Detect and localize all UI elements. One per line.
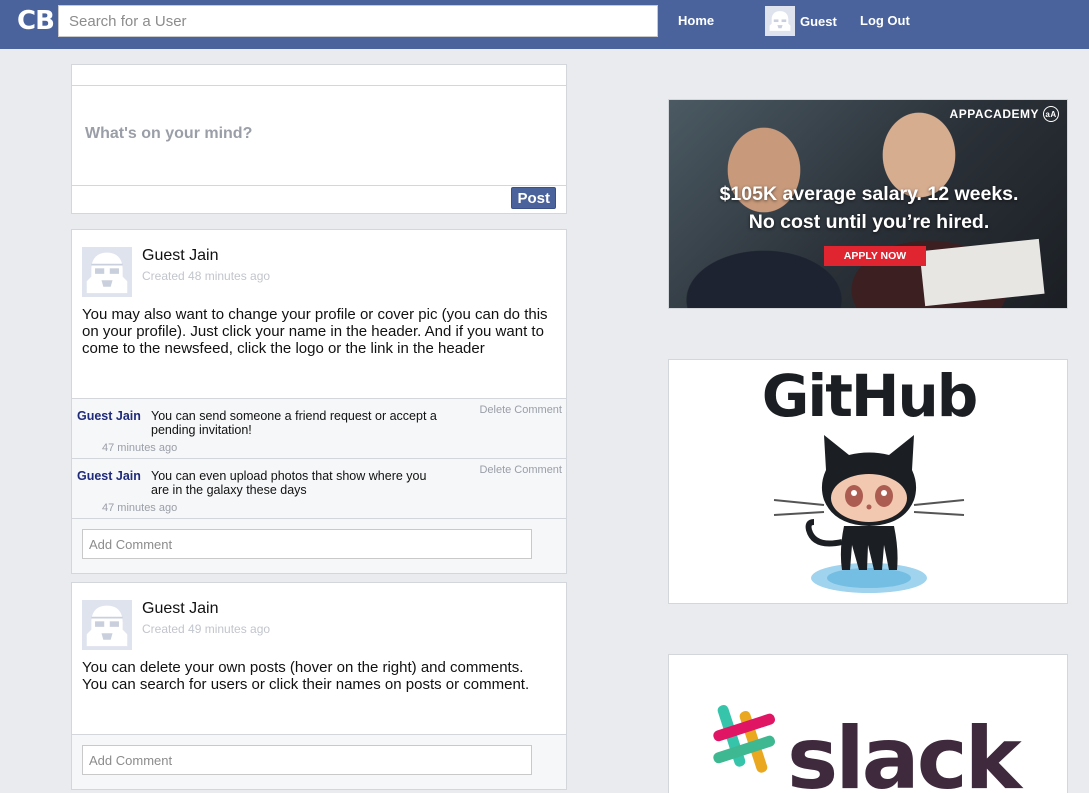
- post-body: You may also want to change your profile…: [82, 306, 548, 357]
- post-author[interactable]: Guest Jain: [142, 600, 270, 618]
- slack-ad[interactable]: slack: [668, 654, 1068, 793]
- comment-text: You can even upload photos that show whe…: [151, 469, 427, 497]
- home-link[interactable]: Home: [678, 13, 714, 28]
- delete-comment-button[interactable]: Delete Comment: [479, 404, 562, 416]
- feed-post: Guest Jain Created 48 minutes ago You ma…: [71, 229, 567, 574]
- add-comment-input[interactable]: [82, 745, 532, 775]
- comment-timestamp: 47 minutes ago: [102, 502, 178, 514]
- github-wordmark: GitHub: [761, 362, 979, 430]
- logout-link[interactable]: Log Out: [860, 13, 910, 28]
- post-timestamp: Created 48 minutes ago: [142, 269, 271, 283]
- github-ad[interactable]: GitHub: [668, 359, 1068, 604]
- profile-name: Guest: [800, 13, 837, 29]
- add-comment-input[interactable]: [82, 529, 532, 559]
- feed-post: Guest Jain Created 49 minutes ago You ca…: [71, 582, 567, 790]
- stormtrooper-avatar-icon[interactable]: [82, 247, 132, 297]
- delete-comment-button[interactable]: Delete Comment: [479, 464, 562, 476]
- author-block: Guest Jain Created 48 minutes ago: [142, 247, 270, 297]
- comment-list: Guest Jain You can send someone a friend…: [72, 398, 566, 518]
- comment-author[interactable]: Guest Jain: [77, 409, 141, 423]
- comment-timestamp: 47 minutes ago: [102, 442, 178, 454]
- comment: Guest Jain You can send someone a friend…: [72, 398, 566, 458]
- profile-link[interactable]: Guest: [765, 6, 837, 36]
- cb-logo[interactable]: CB: [17, 6, 55, 36]
- stormtrooper-avatar-icon[interactable]: [82, 600, 132, 650]
- apply-now-button[interactable]: APPLY NOW: [824, 246, 926, 266]
- comment-author[interactable]: Guest Jain: [77, 469, 141, 483]
- add-comment-area: [72, 518, 566, 573]
- post-author[interactable]: Guest Jain: [142, 247, 270, 265]
- add-comment-area: [72, 734, 566, 789]
- user-search-input[interactable]: [58, 5, 658, 37]
- post-header: Guest Jain Created 48 minutes ago: [82, 247, 270, 297]
- post-timestamp: Created 49 minutes ago: [142, 622, 271, 636]
- composer-top-strip: [72, 65, 566, 86]
- comment: Guest Jain You can even upload photos th…: [72, 458, 566, 518]
- ad-headline: $105K average salary. 12 weeks. No cost …: [719, 183, 1019, 233]
- slack-hash-icon: [713, 705, 775, 773]
- appacademy-mark-icon: aA: [1043, 106, 1059, 122]
- top-navigation-bar: CB Home Guest Log Out: [0, 0, 1089, 49]
- author-block: Guest Jain Created 49 minutes ago: [142, 600, 270, 650]
- post-header: Guest Jain Created 49 minutes ago: [82, 600, 270, 650]
- appacademy-logo: APPACADEMY aA: [950, 106, 1059, 122]
- comment-text: You can send someone a friend request or…: [151, 409, 437, 437]
- post-composer: Post: [71, 64, 567, 214]
- post-body: You can delete your own posts (hover on …: [82, 659, 530, 693]
- status-textarea[interactable]: [73, 87, 565, 185]
- post-button[interactable]: Post: [511, 187, 556, 209]
- stormtrooper-avatar-icon: [765, 6, 795, 36]
- composer-footer: [72, 185, 566, 213]
- appacademy-ad[interactable]: APPACADEMY aA $105K average salary. 12 w…: [668, 99, 1068, 309]
- slack-wordmark: slack: [787, 709, 1022, 793]
- octocat-icon: [773, 435, 965, 593]
